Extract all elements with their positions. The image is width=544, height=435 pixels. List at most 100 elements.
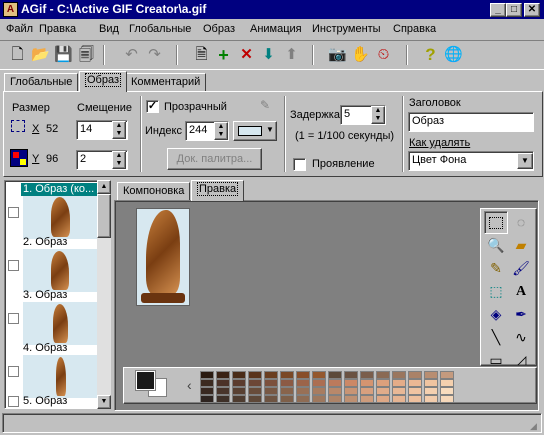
foreground-color-swatch[interactable] — [135, 370, 156, 391]
app-icon[interactable]: A — [3, 2, 18, 17]
save-icon[interactable]: 💾 — [52, 44, 75, 66]
palette-swatch[interactable] — [424, 387, 438, 395]
eyedropper-icon[interactable]: ✎ — [260, 98, 274, 112]
menu-file[interactable]: Файл — [6, 23, 33, 35]
palette-swatch[interactable] — [200, 379, 214, 387]
palette-swatch[interactable] — [360, 395, 374, 403]
palette-swatch[interactable] — [296, 371, 310, 379]
palette-swatch[interactable] — [216, 395, 230, 403]
tab-comment[interactable]: Комментарий — [125, 73, 207, 92]
title-bar[interactable]: A AGif - C:\Active GIF Creator\a.gif _ □… — [0, 0, 544, 19]
line-icon[interactable]: ╲ — [484, 326, 508, 349]
menu-tools[interactable]: Инструменты — [312, 23, 381, 35]
remove-method-select[interactable]: Цвет Фона — [408, 151, 534, 171]
palette-swatch[interactable] — [312, 379, 326, 387]
select-lasso-icon[interactable]: ◌ — [509, 211, 533, 234]
palette-swatch[interactable] — [408, 371, 422, 379]
delete-icon[interactable]: ✕ — [235, 44, 258, 66]
polygon-icon[interactable]: ◿ — [509, 349, 533, 365]
palette-swatch[interactable] — [248, 387, 262, 395]
palette-color-icon[interactable] — [10, 149, 28, 167]
palette-swatch[interactable] — [408, 387, 422, 395]
tab-image[interactable]: Образ — [79, 71, 128, 92]
palette-swatch[interactable] — [424, 379, 438, 387]
help-icon[interactable]: ? — [419, 44, 442, 66]
palette-swatch[interactable] — [376, 371, 390, 379]
index-spinner[interactable]: ▲ ▼ — [214, 122, 228, 140]
list-item[interactable]: 2. Образ — [5, 236, 98, 292]
tab-composition[interactable]: Компоновка — [117, 182, 191, 201]
remove-method-dropdown-button[interactable]: ▼ — [517, 153, 533, 169]
palette-swatch[interactable] — [344, 387, 358, 395]
palette-swatch[interactable] — [264, 387, 278, 395]
frame-checkbox[interactable] — [8, 366, 19, 377]
rectangle-icon[interactable]: ▭ — [484, 349, 508, 365]
palette-swatch[interactable] — [280, 371, 294, 379]
menu-view[interactable]: Вид — [99, 23, 119, 35]
scroll-thumb[interactable] — [97, 194, 111, 238]
palette-swatch[interactable] — [360, 387, 374, 395]
add-frame-icon[interactable]: 🗎 — [190, 44, 213, 66]
menu-image[interactable]: Образ — [203, 23, 235, 35]
palette-swatch[interactable] — [328, 387, 342, 395]
palette-swatch[interactable] — [248, 379, 262, 387]
undo-icon[interactable]: ↶ — [120, 44, 143, 66]
palette-swatch[interactable] — [312, 371, 326, 379]
frame-checkbox[interactable] — [8, 207, 19, 218]
open-folder-icon[interactable]: 📂 — [29, 44, 52, 66]
eyedropper-tool-icon[interactable]: ✒ — [509, 303, 533, 326]
palette-swatch[interactable] — [232, 379, 246, 387]
palette-swatch[interactable] — [280, 379, 294, 387]
maximize-button[interactable]: □ — [506, 3, 522, 17]
palette-swatch[interactable] — [376, 387, 390, 395]
menu-edit[interactable]: Правка — [39, 23, 76, 35]
list-item[interactable]: 5. Образ — [5, 395, 97, 408]
palette-swatch[interactable] — [360, 379, 374, 387]
palette-swatch[interactable] — [296, 395, 310, 403]
palette-swatch[interactable] — [296, 387, 310, 395]
palette-swatch[interactable] — [200, 371, 214, 379]
eraser-icon[interactable]: ▰ — [509, 234, 533, 257]
resize-grip-icon[interactable]: ◢ — [530, 421, 540, 431]
frame-list[interactable]: 1. Образ (ко... 2. Образ 3. Образ 4. Обр… — [4, 180, 111, 409]
frame-checkbox[interactable] — [8, 260, 19, 271]
palette-swatch[interactable] — [232, 395, 246, 403]
palette-swatch[interactable] — [328, 395, 342, 403]
palette-swatch[interactable] — [248, 395, 262, 403]
palette-swatch[interactable] — [328, 371, 342, 379]
palette-swatch[interactable] — [264, 371, 278, 379]
frame-list-scrollbar[interactable]: ▲ ▼ — [97, 180, 111, 409]
tab-global[interactable]: Глобальные — [4, 73, 79, 92]
offset-y-spinner[interactable]: ▲ ▼ — [112, 151, 126, 169]
fill-icon[interactable]: ⬚ — [484, 280, 508, 303]
brush-icon[interactable]: 🖌 — [509, 257, 533, 280]
camera-icon[interactable]: 📷 — [326, 44, 349, 66]
select-rect-icon[interactable] — [484, 211, 508, 234]
palette-swatch[interactable] — [392, 371, 406, 379]
insert-plus-icon[interactable]: + — [212, 44, 235, 66]
fadein-checkbox[interactable] — [293, 158, 306, 171]
list-item[interactable]: 3. Образ — [5, 289, 98, 345]
tab-edit[interactable]: Правка — [191, 180, 245, 201]
palette-swatch[interactable] — [216, 387, 230, 395]
zoom-icon[interactable]: 🔍 — [484, 234, 508, 257]
text-tool-icon[interactable]: A — [509, 280, 533, 303]
palette-swatch[interactable] — [424, 395, 438, 403]
palette-swatch[interactable] — [344, 379, 358, 387]
palette-swatch[interactable] — [408, 379, 422, 387]
globe-icon[interactable]: 🌐 — [442, 44, 465, 66]
palette-swatch[interactable] — [232, 371, 246, 379]
frame-checkbox[interactable] — [8, 313, 19, 324]
move-up-icon[interactable]: ⬆ — [280, 44, 303, 66]
palette-swatch[interactable] — [440, 395, 454, 403]
palette-swatch[interactable] — [440, 387, 454, 395]
palette-swatch[interactable] — [264, 395, 278, 403]
palette-swatch[interactable] — [392, 379, 406, 387]
palette-swatch[interactable] — [424, 371, 438, 379]
transparent-checkbox[interactable]: ✓ — [146, 100, 159, 113]
pencil-icon[interactable]: ✎ — [484, 257, 508, 280]
menu-help[interactable]: Справка — [393, 23, 436, 35]
palette-swatch[interactable] — [376, 395, 390, 403]
palette-swatch[interactable] — [392, 395, 406, 403]
palette-swatch[interactable] — [312, 395, 326, 403]
